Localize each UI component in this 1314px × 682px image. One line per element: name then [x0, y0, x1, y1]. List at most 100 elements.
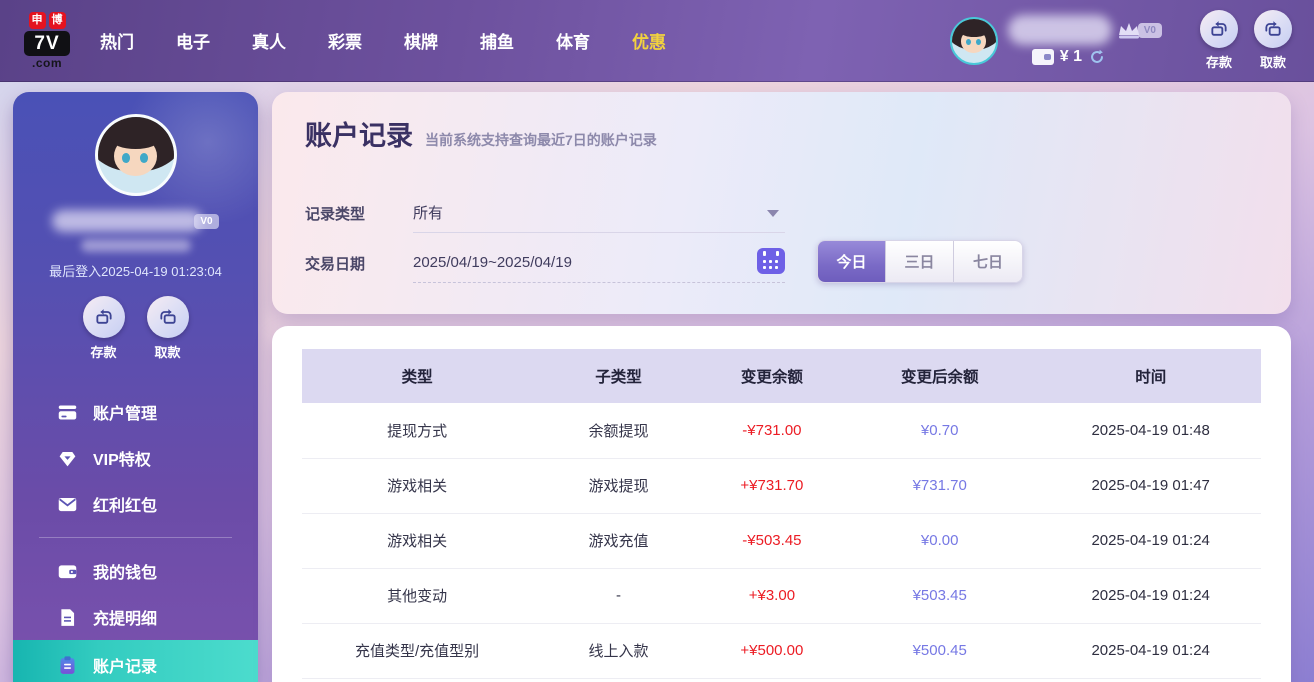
deposit-icon	[82, 296, 125, 338]
card-icon	[57, 402, 78, 423]
sidebar-item-5[interactable]: 账户记录	[13, 640, 258, 682]
logo-badge-1: 申	[28, 12, 46, 29]
cell-subtype: 线上入款	[532, 623, 705, 679]
cell-time: 2025-04-19 01:48	[1040, 403, 1261, 459]
cell-type: 游戏相关	[302, 513, 533, 569]
sidebar-item-label: 账户管理	[93, 406, 158, 423]
avatar[interactable]	[949, 16, 998, 65]
sidebar-item-0[interactable]: 账户管理	[13, 389, 258, 435]
record-type-value: 所有	[413, 205, 444, 222]
cell-change: +¥3.00	[704, 568, 840, 624]
cell-subtype: 游戏提现	[532, 458, 705, 514]
sidebar-divider	[39, 537, 232, 538]
date-range-input[interactable]: 2025/04/19~2025/04/19	[413, 243, 785, 283]
table-row: 其他变动 - +¥3.00 ¥503.45 2025-04-19 01:24	[302, 568, 1261, 624]
document-icon	[57, 607, 78, 628]
withdraw-button[interactable]: 取款	[1254, 10, 1292, 71]
balance-value: ¥ 1	[1059, 48, 1083, 65]
cell-type: 其他变动	[302, 568, 533, 624]
records-card: 类型 子类型 变更余额 变更后余额 时间 提现方式 余额提现 -¥731.00 ¥0.70 20…	[272, 326, 1291, 682]
cell-change: -¥503.45	[704, 513, 840, 569]
user-cluster: V0 ¥ 1 存款 取款	[949, 10, 1292, 71]
cell-after: ¥0.00	[839, 513, 1041, 569]
date-range-label: 交易日期	[305, 255, 366, 273]
avatar-art	[97, 117, 174, 193]
cell-after: ¥0.70	[839, 403, 1041, 459]
withdraw-icon	[1254, 10, 1292, 48]
user-info: V0 ¥ 1	[1007, 15, 1162, 66]
cell-type: 游戏相关	[302, 458, 533, 514]
table-header-4: 时间	[1040, 349, 1261, 403]
username-blurred	[52, 210, 203, 232]
last-login-text: 最后登入2025-04-19 01:23:04	[49, 264, 222, 279]
main-nav: 热门 电子 真人 彩票 棋牌 捕鱼 体育 优惠	[100, 28, 666, 53]
table-row: 游戏相关 游戏提现 +¥731.70 ¥731.70 2025-04-19 01:47	[302, 458, 1261, 514]
nav-item-5[interactable]: 捕鱼	[480, 28, 514, 53]
nav-item-2[interactable]: 真人	[252, 28, 286, 53]
sidebar-item-label: VIP特权	[93, 452, 151, 469]
cell-time: 2025-04-19 01:24	[1040, 568, 1261, 624]
record-type-select[interactable]: 所有	[413, 193, 785, 233]
table-row: 提现方式 余额提现 -¥731.00 ¥0.70 2025-04-19 01:48	[302, 403, 1261, 459]
date-range-buttons: 今日 三日 七日	[817, 240, 1023, 283]
nav-item-7[interactable]: 优惠	[632, 28, 666, 53]
deposit-button[interactable]: 存款	[82, 296, 125, 361]
table-header-0: 类型	[302, 349, 533, 403]
sidebar-item-3[interactable]: 我的钱包	[13, 548, 258, 594]
action-label: 取款	[154, 345, 181, 360]
cell-type: 充值类型/充值型别	[302, 623, 533, 679]
record-type-label: 记录类型	[305, 205, 366, 223]
nav-item-6[interactable]: 体育	[556, 28, 590, 53]
cell-subtype: 余额提现	[532, 403, 705, 459]
range-button-1[interactable]: 三日	[886, 241, 954, 282]
vip-badge: V0	[1137, 22, 1162, 38]
filter-card: 账户记录 当前系统支持查询最近7日的账户记录 记录类型 所有 交易日期 2025…	[272, 92, 1291, 314]
table-header-1: 子类型	[532, 349, 705, 403]
cell-subtype: 游戏充值	[532, 513, 705, 569]
username-blurred	[1007, 15, 1112, 45]
table-row: 充值类型/充值型别 线上入款 +¥500.00 ¥500.45 2025-04-19 0…	[302, 623, 1261, 679]
page-title: 账户记录	[305, 121, 413, 151]
cell-after: ¥503.45	[839, 568, 1041, 624]
userid-blurred	[80, 239, 191, 252]
cell-time: 2025-04-19 01:24	[1040, 513, 1261, 569]
site-logo[interactable]: 申 博 7V .com	[24, 12, 70, 69]
page-subtitle: 当前系统支持查询最近7日的账户记录	[425, 132, 657, 148]
calendar-icon[interactable]	[757, 248, 785, 274]
sidebar-item-2[interactable]: 红利红包	[13, 481, 258, 527]
envelope-icon	[57, 494, 78, 515]
sidebar-item-4[interactable]: 充提明细	[13, 594, 258, 640]
action-label: 取款	[1259, 55, 1286, 70]
cell-time: 2025-04-19 01:24	[1040, 623, 1261, 679]
nav-item-0[interactable]: 热门	[100, 28, 134, 53]
nav-item-4[interactable]: 棋牌	[404, 28, 438, 53]
date-range-value: 2025/04/19~2025/04/19	[413, 254, 572, 271]
nav-item-3[interactable]: 彩票	[328, 28, 362, 53]
avatar[interactable]	[94, 114, 177, 196]
clipboard-icon	[57, 655, 78, 676]
sidebar-item-label: 充提明细	[93, 611, 158, 628]
refresh-icon[interactable]	[1088, 48, 1106, 66]
table-row: 游戏相关 游戏充值 -¥503.45 ¥0.00 2025-04-19 01:24	[302, 513, 1261, 569]
gem-icon	[57, 448, 78, 469]
range-button-0[interactable]: 今日	[818, 241, 886, 282]
sidebar-item-1[interactable]: VIP特权	[13, 435, 258, 481]
cell-change: +¥731.70	[704, 458, 840, 514]
range-button-2[interactable]: 七日	[954, 241, 1022, 282]
sidebar-item-label: 红利红包	[93, 498, 158, 515]
deposit-button[interactable]: 存款	[1200, 10, 1238, 71]
sidebar-quick-actions: 存款 取款	[13, 296, 258, 361]
logo-badges: 申 博	[28, 12, 66, 29]
withdraw-button[interactable]: 取款	[146, 296, 189, 361]
nav-actions: 存款 取款	[1200, 10, 1292, 71]
top-navbar: 申 博 7V .com 热门 电子 真人 彩票 棋牌 捕鱼 体育 优惠 V0 ¥…	[0, 0, 1314, 82]
sidebar-item-label: 我的钱包	[93, 565, 158, 582]
nav-item-1[interactable]: 电子	[176, 28, 210, 53]
action-label: 存款	[90, 345, 117, 360]
table-header-2: 变更余额	[704, 349, 840, 403]
cell-after: ¥731.70	[839, 458, 1041, 514]
logo-badge-2: 博	[48, 12, 66, 29]
action-label: 存款	[1205, 55, 1232, 70]
cell-type: 提现方式	[302, 403, 533, 459]
sidebar: V0 最后登入2025-04-19 01:23:04 存款 取款 账户管理 VIP特…	[13, 92, 258, 682]
